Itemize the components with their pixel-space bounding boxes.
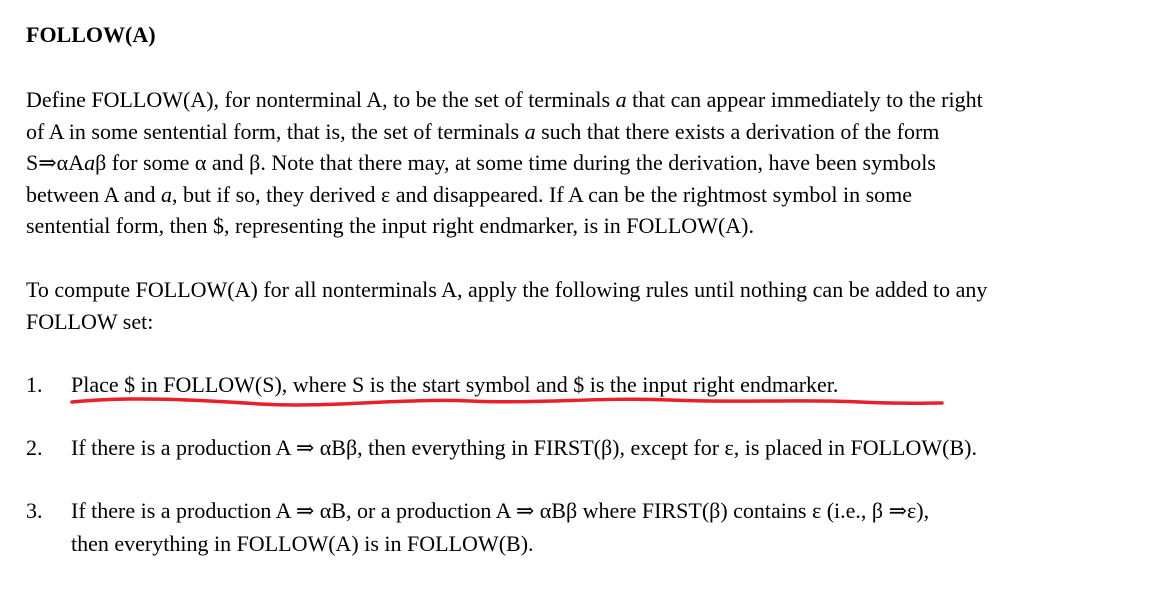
rule-number: 3.	[26, 498, 43, 523]
intro-line-1: To compute FOLLOW(A) for all nonterminal…	[26, 277, 988, 302]
definition-line-2: of A in some sentential form, that is, t…	[26, 118, 940, 144]
document-page: FOLLOW(A) Define FOLLOW(A), for nontermi…	[0, 0, 1155, 597]
definition-line-1: Define FOLLOW(A), for nonterminal A, to …	[26, 87, 983, 112]
definition-line-3: S⇒αAaβ for some α and β. Note that there…	[26, 150, 936, 175]
rule-text: If there is a production A ⇒ αB, or a pr…	[71, 494, 929, 560]
rule-text-line: If there is a production A ⇒ αB, or a pr…	[71, 498, 930, 523]
terminal-a-variable: a	[524, 118, 536, 144]
terminal-a-variable: a	[161, 181, 173, 207]
intro-line-2: FOLLOW set:	[26, 308, 154, 334]
rule-text-line: then everything in FOLLOW(A) is in FOLLO…	[71, 531, 534, 556]
definition-line-4: between A and a, but if so, they derived…	[26, 181, 913, 207]
rule-number: 1.	[26, 372, 43, 397]
intro-paragraph: To compute FOLLOW(A) for all nonterminal…	[26, 274, 1136, 337]
terminal-a-variable: a	[84, 150, 96, 175]
rule-text-line: If there is a production A ⇒ αBβ, then e…	[71, 435, 977, 460]
terminal-a-variable: a	[615, 87, 627, 112]
rule-text-line: Place $ in FOLLOW(S), where S is the sta…	[71, 372, 839, 397]
definition-line-5: sentential form, then $, representing th…	[26, 213, 754, 238]
rule-number: 2.	[26, 435, 43, 460]
definition-paragraph: Define FOLLOW(A), for nonterminal A, to …	[26, 84, 1136, 242]
section-heading: FOLLOW(A)	[26, 22, 156, 47]
rule-text: Place $ in FOLLOW(S), where S is the sta…	[71, 368, 838, 401]
rule-text: If there is a production A ⇒ αBβ, then e…	[71, 431, 977, 464]
